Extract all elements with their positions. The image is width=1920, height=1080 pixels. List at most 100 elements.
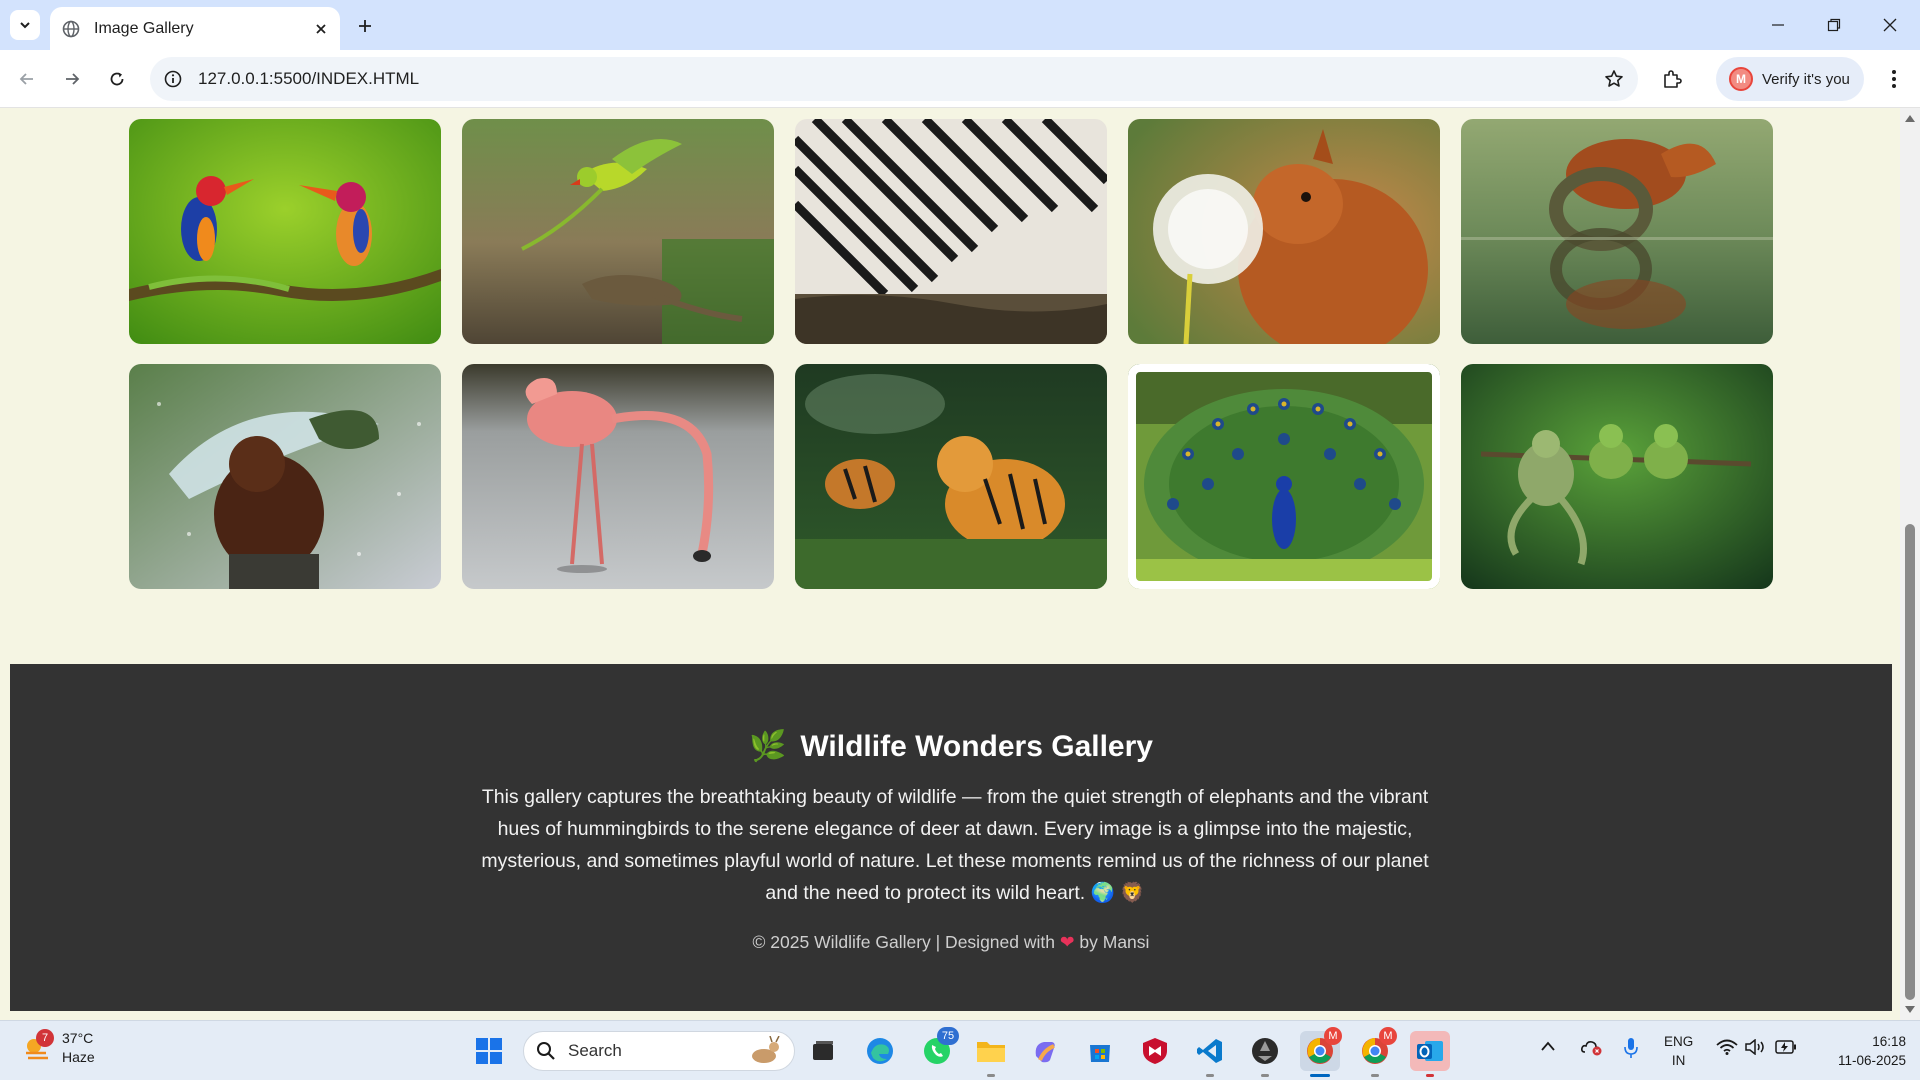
- bookmark-star-button[interactable]: [1602, 67, 1626, 91]
- windows-taskbar: 7 37°C Haze Search 75 M M ENG IN 16:18 1…: [0, 1020, 1920, 1080]
- back-arrow-icon: [19, 73, 33, 85]
- gallery-image-squirrel-reflection[interactable]: [1461, 119, 1773, 344]
- scroll-up-arrow-icon[interactable]: [1904, 112, 1916, 124]
- windows-logo-icon: [476, 1038, 502, 1064]
- taskbar-vscode[interactable]: [1190, 1031, 1230, 1077]
- scroll-thumb[interactable]: [1905, 524, 1915, 1000]
- minimize-button[interactable]: [1750, 0, 1805, 50]
- shield-icon: [1143, 1038, 1167, 1064]
- chevron-up-icon: [1541, 1041, 1555, 1051]
- taskbar-search-box[interactable]: Search: [523, 1031, 795, 1071]
- weather-alert-badge: 7: [36, 1029, 54, 1047]
- restore-button[interactable]: [1806, 0, 1861, 50]
- credit-prefix: © 2025 Wildlife Gallery | Designed with: [752, 932, 1055, 952]
- globe-icon: [62, 20, 80, 37]
- avatar: M: [1729, 67, 1753, 91]
- cloud-error-icon: [1581, 1041, 1602, 1056]
- profile-verify-button[interactable]: M Verify it's you: [1716, 57, 1864, 101]
- weather-temperature: 37°C: [62, 1030, 94, 1046]
- tab-image-gallery[interactable]: Image Gallery: [50, 7, 340, 50]
- taskbar-edge[interactable]: [860, 1031, 900, 1071]
- footer-title: 🌿 Wildlife Wonders Gallery: [10, 729, 1892, 764]
- back-button[interactable]: [11, 63, 43, 95]
- search-highlight-deer-icon: [752, 1036, 780, 1063]
- task-view-button[interactable]: [803, 1031, 843, 1071]
- aperture-icon: [1252, 1038, 1278, 1064]
- page-scrollbar[interactable]: [1900, 108, 1920, 1020]
- gallery-image-kingfishers[interactable]: [129, 119, 441, 344]
- weather-widget[interactable]: 7 37°C Haze: [22, 1029, 95, 1067]
- minimize-icon: [1771, 24, 1784, 26]
- search-placeholder: Search: [568, 1041, 622, 1060]
- gallery-image-frogs[interactable]: [1461, 364, 1773, 589]
- gallery-image-zebras[interactable]: [795, 119, 1107, 344]
- store-icon: [1090, 1045, 1110, 1062]
- gallery-image-tigers[interactable]: [795, 364, 1107, 589]
- new-tab-button[interactable]: [350, 11, 380, 41]
- tab-search-button[interactable]: [10, 10, 40, 40]
- whatsapp-badge: 75: [937, 1027, 959, 1045]
- tab-title: Image Gallery: [94, 19, 194, 37]
- kebab-menu-icon: [1892, 70, 1896, 88]
- vscode-icon: [1197, 1039, 1222, 1063]
- lang-primary: ENG: [1664, 1034, 1694, 1049]
- lang-region: IN: [1671, 1053, 1686, 1068]
- volume-status[interactable]: [1745, 1038, 1767, 1058]
- task-view-icon: [813, 1041, 833, 1060]
- taskbar-store[interactable]: [1080, 1031, 1120, 1071]
- speaker-icon: [1745, 1038, 1764, 1056]
- taskbar-chrome-profile[interactable]: M: [1355, 1027, 1397, 1077]
- extensions-button[interactable]: [1656, 63, 1688, 95]
- taskbar-file-explorer[interactable]: [971, 1031, 1011, 1077]
- taskbar-copilot[interactable]: [1025, 1031, 1065, 1071]
- gallery-image-orangutan[interactable]: [129, 364, 441, 589]
- close-tab-icon[interactable]: [314, 22, 328, 36]
- gallery-image-peacock[interactable]: [1128, 364, 1440, 589]
- microphone-icon: [1624, 1038, 1638, 1058]
- start-button[interactable]: [469, 1031, 509, 1071]
- show-hidden-icons-button[interactable]: [1540, 1039, 1556, 1055]
- taskbar-app-dark[interactable]: [1245, 1031, 1285, 1077]
- system-clock[interactable]: 16:18 11-06-2025: [1818, 1032, 1906, 1070]
- heart-icon: ❤: [1059, 932, 1075, 952]
- restore-icon: [1827, 18, 1840, 32]
- url-text[interactable]: 127.0.0.1:5500/INDEX.HTML: [198, 69, 419, 89]
- taskbar-outlook[interactable]: [1410, 1031, 1450, 1077]
- gallery-image-squirrel-dandelion[interactable]: [1128, 119, 1440, 344]
- close-window-button[interactable]: [1862, 0, 1917, 50]
- forward-button[interactable]: [56, 63, 88, 95]
- copilot-icon: [1035, 1042, 1055, 1063]
- page-viewport: 🌿 Wildlife Wonders Gallery This gallery …: [0, 108, 1900, 1020]
- forward-arrow-icon: [66, 73, 80, 85]
- site-info-icon[interactable]: [164, 70, 182, 88]
- image-gallery-grid: [129, 119, 1773, 589]
- footer-credit: © 2025 Wildlife Gallery | Designed with …: [10, 932, 1892, 953]
- browser-menu-button[interactable]: [1878, 63, 1910, 95]
- gallery-image-flamingo[interactable]: [462, 364, 774, 589]
- edge-icon: [867, 1038, 893, 1064]
- network-status[interactable]: [1716, 1039, 1738, 1058]
- page-footer: 🌿 Wildlife Wonders Gallery This gallery …: [10, 664, 1892, 1011]
- reload-icon: [110, 72, 124, 86]
- gallery-image-parrot-lizard[interactable]: [462, 119, 774, 344]
- star-icon: [1605, 70, 1623, 87]
- scroll-down-arrow-icon[interactable]: [1904, 1004, 1916, 1016]
- browser-tab-strip: Image Gallery: [0, 0, 1920, 50]
- input-language[interactable]: ENG IN: [1664, 1032, 1693, 1070]
- taskbar-chrome-active[interactable]: M: [1300, 1027, 1342, 1077]
- weather-haze-icon: 7: [22, 1029, 54, 1063]
- credit-suffix: by Mansi: [1079, 932, 1150, 952]
- chevron-down-icon: [20, 22, 30, 29]
- taskbar-whatsapp[interactable]: 75: [917, 1027, 959, 1071]
- chrome-profile-badge-2: M: [1379, 1027, 1397, 1045]
- taskbar-mcafee[interactable]: [1135, 1031, 1175, 1071]
- weather-description: Haze: [62, 1049, 95, 1065]
- puzzle-icon: [1664, 70, 1682, 88]
- address-bar[interactable]: 127.0.0.1:5500/INDEX.HTML: [150, 57, 1638, 101]
- folder-icon: [977, 1042, 1005, 1062]
- chrome-profile-badge: M: [1324, 1027, 1342, 1045]
- battery-status[interactable]: [1775, 1040, 1797, 1057]
- reload-button[interactable]: [101, 63, 133, 95]
- onedrive-status[interactable]: [1580, 1038, 1604, 1059]
- microphone-status[interactable]: [1624, 1037, 1638, 1062]
